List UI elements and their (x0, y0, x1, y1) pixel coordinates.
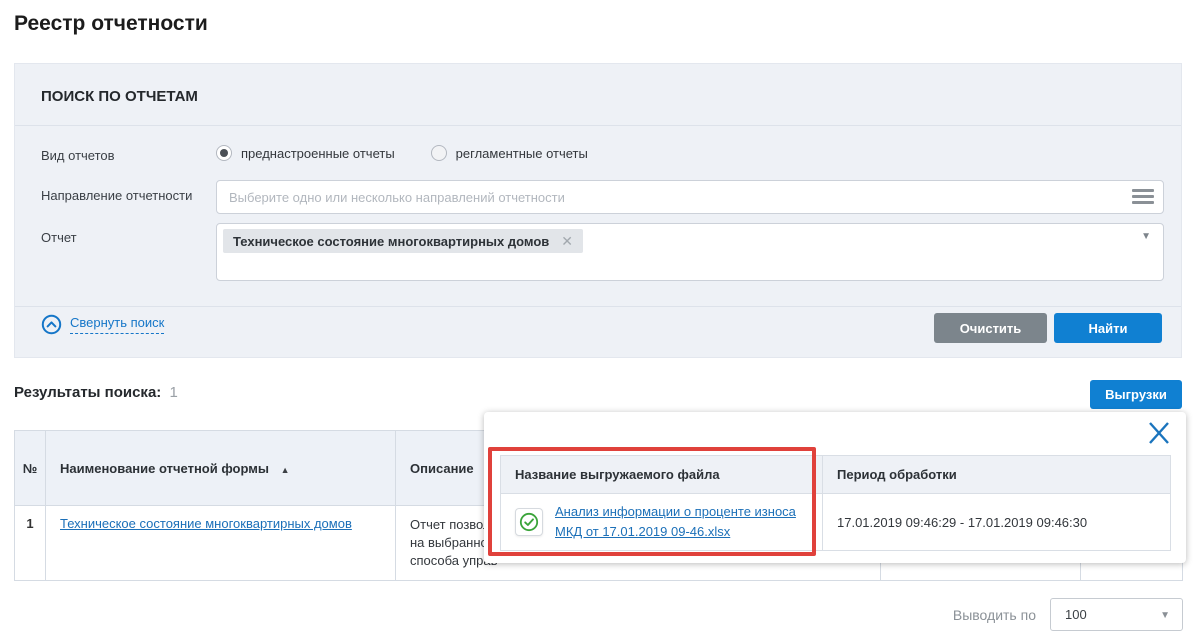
pagination: Выводить по 100 ▼ (953, 598, 1183, 631)
hamburger-icon[interactable] (1132, 189, 1154, 204)
column-header-period: Период обработки (823, 456, 1171, 494)
downloads-table-header-row: Название выгружаемого файла Период обраб… (501, 456, 1171, 494)
report-kind-label: Вид отчетов (41, 148, 115, 163)
downloads-table-row: Анализ информации о проценте износа МКД … (501, 494, 1171, 551)
direction-field-wrap (216, 180, 1164, 214)
radio-preset-reports[interactable]: преднастроенные отчеты (216, 145, 395, 161)
page-size-value: 100 (1065, 607, 1087, 622)
page-title: Реестр отчетности (14, 12, 208, 36)
close-icon[interactable] (1144, 418, 1174, 448)
collapse-search-link[interactable]: Свернуть поиск (41, 314, 164, 335)
results-count: 1 (169, 384, 177, 401)
download-ready-button[interactable] (515, 508, 543, 536)
radio-regulated-reports[interactable]: регламентные отчеты (431, 145, 588, 161)
page-size-label: Выводить по (953, 607, 1036, 623)
sort-asc-icon[interactable]: ▲ (281, 465, 290, 475)
processing-period: 17.01.2019 09:46:29 - 17.01.2019 09:46:3… (837, 515, 1087, 530)
success-check-icon (519, 512, 539, 532)
column-header-name-label: Наименование отчетной формы (60, 461, 269, 476)
panel-divider (15, 306, 1181, 307)
collapse-circle-up-icon (41, 314, 62, 335)
downloads-button[interactable]: Выгрузки (1090, 380, 1182, 409)
clear-button[interactable]: Очистить (934, 313, 1047, 343)
report-label: Отчет (41, 230, 77, 245)
find-button[interactable]: Найти (1054, 313, 1162, 343)
column-header-number: № (15, 431, 46, 506)
row-number-cell: 1 (15, 506, 46, 581)
report-kind-radio-group: преднастроенные отчеты регламентные отче… (216, 145, 588, 161)
download-file-link[interactable]: Анализ информации о проценте износа МКД … (555, 502, 808, 542)
file-cell: Анализ информации о проценте износа МКД … (501, 494, 823, 551)
results-label: Результаты поиска: (14, 384, 161, 401)
downloads-popup: Название выгружаемого файла Период обраб… (484, 412, 1186, 563)
radio-label: преднастроенные отчеты (241, 146, 395, 161)
panel-buttons: Очистить Найти (934, 313, 1162, 343)
radio-label: регламентные отчеты (456, 146, 588, 161)
chip-remove-icon[interactable]: ✕ (561, 233, 573, 250)
radio-checked-icon[interactable] (216, 145, 232, 161)
search-panel-title: ПОИСК ПО ОТЧЕТАМ (41, 88, 198, 105)
collapse-search-label: Свернуть поиск (70, 315, 164, 334)
results-summary: Результаты поиска: 1 (14, 384, 178, 401)
report-multiselect[interactable]: Техническое состояние многоквартирных до… (216, 223, 1164, 281)
search-panel: ПОИСК ПО ОТЧЕТАМ Вид отчетов преднастрое… (14, 63, 1182, 358)
dropdown-arrow-icon[interactable]: ▼ (1141, 231, 1151, 242)
row-name-cell: Техническое состояние многоквартирных до… (46, 506, 396, 581)
direction-input[interactable] (216, 180, 1164, 214)
downloads-table: Название выгружаемого файла Период обраб… (500, 455, 1171, 551)
selected-report-chip: Техническое состояние многоквартирных до… (223, 229, 583, 253)
direction-label: Направление отчетности (41, 188, 192, 203)
column-header-file-name: Название выгружаемого файла (501, 456, 823, 494)
report-form-link[interactable]: Техническое состояние многоквартирных до… (60, 516, 352, 531)
column-header-name[interactable]: Наименование отчетной формы ▲ (46, 431, 396, 506)
select-arrow-icon: ▼ (1160, 610, 1170, 621)
period-cell: 17.01.2019 09:46:29 - 17.01.2019 09:46:3… (823, 494, 1171, 551)
chip-label: Техническое состояние многоквартирных до… (233, 234, 549, 249)
panel-divider (15, 125, 1181, 126)
page-size-select[interactable]: 100 ▼ (1050, 598, 1183, 631)
radio-unchecked-icon[interactable] (431, 145, 447, 161)
